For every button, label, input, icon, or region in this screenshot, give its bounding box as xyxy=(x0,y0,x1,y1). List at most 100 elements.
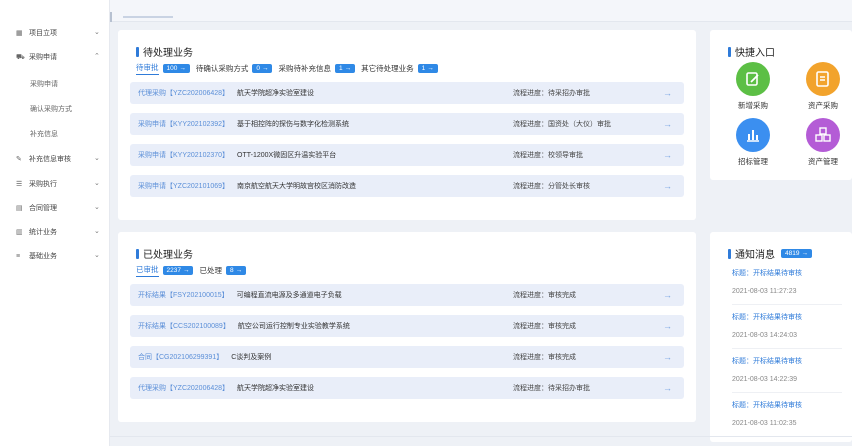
item-status: 流程进度：国资处（大仪）审批 xyxy=(513,121,611,128)
list-item[interactable]: 采购申请【YZC202101069】 南京航空航天大学明故宫校区消防改造 流程进… xyxy=(130,175,684,197)
divider xyxy=(732,304,842,305)
title-accent-bar xyxy=(136,248,139,259)
list-item[interactable]: 合同【CG202106299391】 C谈判及案例 流程进度：审核完成 → xyxy=(130,346,684,368)
notice-item[interactable]: 标题：开标结果待审核 2021-08-03 14:22:39 xyxy=(732,356,802,383)
notice-item[interactable]: 标题：开标结果待审核 2021-08-03 11:02:35 xyxy=(732,400,802,427)
list-item[interactable]: 代理采购【YZC202006428】 航天学院超净实验室建设 流程进度：待采招办… xyxy=(130,377,684,399)
chevron-up-icon: ⌃ xyxy=(94,53,100,60)
item-status: 流程进度：待采招办审批 xyxy=(513,385,590,392)
item-code: 采购申请【KYY202102370】 xyxy=(138,152,230,159)
notice-count-badge[interactable]: 4819 → xyxy=(781,249,812,258)
tab-confirm-method[interactable]: 待确认采购方式 0 → xyxy=(196,63,273,74)
count-badge: 1 → xyxy=(334,64,356,73)
chevron-down-icon: ⌄ xyxy=(94,29,100,36)
submenu-confirm-method[interactable]: 确认采购方式 xyxy=(30,104,72,114)
done-list: 开标结果【FSY202100015】 可编程直流电源及多通道电子负载 流程进度：… xyxy=(130,284,684,408)
pending-tabs: 待审批 100 → 待确认采购方式 0 → 采购待补充信息 1 → 其它待处理业务 1… xyxy=(136,62,438,75)
list-item[interactable]: 开标结果【FSY202100015】 可编程直流电源及多通道电子负载 流程进度：… xyxy=(130,284,684,306)
done-panel: 已处理业务 已审批 2237 → 已处理 8 → 开标结果【FSY202100015… xyxy=(118,232,696,422)
quick-label: 资产采购 xyxy=(808,101,838,110)
notice-item-title: 标题：开标结果待审核 xyxy=(732,314,802,321)
list-item[interactable]: 开标结果【CCS202100089】 航空公司运行控制专业实验教学系统 流程进度… xyxy=(130,315,684,337)
tab-label: 其它待处理业务 xyxy=(361,64,414,73)
item-status: 流程进度：审核完成 xyxy=(513,354,576,361)
list-item[interactable]: 采购申请【KYY202102392】 基于相控阵的探伤与数字化检测系统 流程进度… xyxy=(130,113,684,135)
count-badge: 2237 → xyxy=(162,266,194,275)
menu-item-statistics[interactable]: ▥ 统计业务 ⌄ xyxy=(0,223,110,241)
quick-new-purchase[interactable]: 新增采购 xyxy=(728,62,778,111)
arrow-right-icon: → xyxy=(663,150,672,160)
list-icon: ☰ xyxy=(16,181,23,188)
notice-item[interactable]: 标题：开标结果待审核 2021-08-03 14:24:03 xyxy=(732,312,802,339)
count-badge: 8 → xyxy=(225,266,247,275)
tab-other-pending[interactable]: 其它待处理业务 1 → xyxy=(361,63,438,74)
notice-panel: 通知消息 4819 → 标题：开标结果待审核 2021-08-03 11:27:2… xyxy=(710,232,852,442)
count-badge: 1 → xyxy=(417,64,438,73)
submenu-purchase-request[interactable]: 采购申请 xyxy=(30,79,58,89)
item-name: C谈判及案例 xyxy=(231,354,272,361)
menu-label: 采购执行 xyxy=(29,181,57,188)
tab-label: 待审批 xyxy=(136,62,159,75)
tab-label: 已审批 xyxy=(136,264,159,277)
menu-item-contract[interactable]: ▤ 合同管理 ⌄ xyxy=(0,199,110,217)
item-code: 开标结果【FSY202100015】 xyxy=(138,292,229,299)
tab-supplement-info[interactable]: 采购待补充信息 1 → xyxy=(278,63,356,74)
item-name: 南京航空航天大学明故宫校区消防改造 xyxy=(237,183,357,190)
cart-icon: ⛟ xyxy=(16,53,25,61)
tab-divider xyxy=(110,12,112,22)
arrow-right-icon: → xyxy=(663,119,672,129)
menu-item-basic[interactable]: ≡ 基础业务 ⌄ xyxy=(0,247,110,265)
asset-purchase-icon xyxy=(806,62,840,96)
quick-asset-management[interactable]: 资产管理 xyxy=(798,118,848,167)
item-code: 代理采购【YZC202006428】 xyxy=(138,90,230,97)
count-badge-value: 1 xyxy=(338,65,343,72)
title-accent-bar xyxy=(136,46,139,57)
item-status: 流程进度：审核完成 xyxy=(513,323,576,330)
item-status: 流程进度：分管处长审核 xyxy=(513,183,590,190)
notice-item-title: 标题：开标结果待审核 xyxy=(732,270,802,277)
quick-title: 快捷入口 xyxy=(728,44,775,59)
item-name: 航空公司运行控制专业实验教学系统 xyxy=(237,323,350,330)
count-badge-value: 0 xyxy=(256,65,260,72)
item-name: 航天学院超净实验室建设 xyxy=(237,385,315,392)
menu-item-execution[interactable]: ☰ 采购执行 ⌄ xyxy=(0,175,110,193)
quick-label: 资产管理 xyxy=(808,157,838,166)
pending-title: 待处理业务 xyxy=(136,44,193,59)
count-badge-value: 100 xyxy=(166,65,178,72)
chevron-down-icon: ⌄ xyxy=(94,204,100,211)
grid-icon: ▦ xyxy=(16,30,23,37)
asset-cubes-icon xyxy=(806,118,840,152)
document-icon: ▤ xyxy=(16,205,23,212)
notice-item[interactable]: 标题：开标结果待审核 2021-08-03 11:27:23 xyxy=(732,268,802,295)
bottom-divider xyxy=(110,436,852,437)
item-code: 代理采购【YZC202006428】 xyxy=(138,385,230,392)
arrow-right-icon: → xyxy=(179,65,186,72)
arrow-right-icon: → xyxy=(663,290,672,300)
menu-item-supplement-review[interactable]: ✎ 补充信息审核 ⌄ xyxy=(0,150,110,168)
arrow-right-icon: → xyxy=(663,352,672,362)
chevron-down-icon: ⌄ xyxy=(94,155,100,162)
tab-to-approve[interactable]: 待审批 100 → xyxy=(136,62,190,75)
top-tab-strip xyxy=(110,0,852,22)
active-tab-indicator[interactable] xyxy=(123,16,173,18)
list-item[interactable]: 采购申请【KYY202102370】 OTT-1200X微固区升温实验平台 流程… xyxy=(130,144,684,166)
item-name: OTT-1200X微固区升温实验平台 xyxy=(237,152,337,159)
tab-processed[interactable]: 已处理 8 → xyxy=(199,265,247,276)
arrow-right-icon: → xyxy=(663,181,672,191)
submenu-supplement[interactable]: 补充信息 xyxy=(30,129,58,139)
title-accent-bar xyxy=(728,248,731,259)
quick-asset-purchase[interactable]: 资产采购 xyxy=(798,62,848,111)
arrow-right-icon: → xyxy=(344,65,352,72)
menu-item-project[interactable]: ▦ 项目立项 ⌄ xyxy=(0,24,110,42)
quick-tender-management[interactable]: 招标管理 xyxy=(728,118,778,167)
divider xyxy=(732,392,842,393)
notice-item-date: 2021-08-03 11:27:23 xyxy=(732,288,797,295)
arrow-right-icon: → xyxy=(663,321,672,331)
list-item[interactable]: 代理采购【YZC202006428】 航天学院超净实验室建设 流程进度：待采招办… xyxy=(130,82,684,104)
tab-approved[interactable]: 已审批 2237 → xyxy=(136,264,194,277)
item-code: 采购申请【KYY202102392】 xyxy=(138,121,230,128)
menu-item-purchase-request[interactable]: ⛟ 采购申请 ⌃ xyxy=(0,48,110,66)
item-name: 可编程直流电源及多通道电子负载 xyxy=(236,292,342,299)
chevron-down-icon: ⌄ xyxy=(94,252,100,259)
chevron-down-icon: ⌄ xyxy=(94,180,100,187)
